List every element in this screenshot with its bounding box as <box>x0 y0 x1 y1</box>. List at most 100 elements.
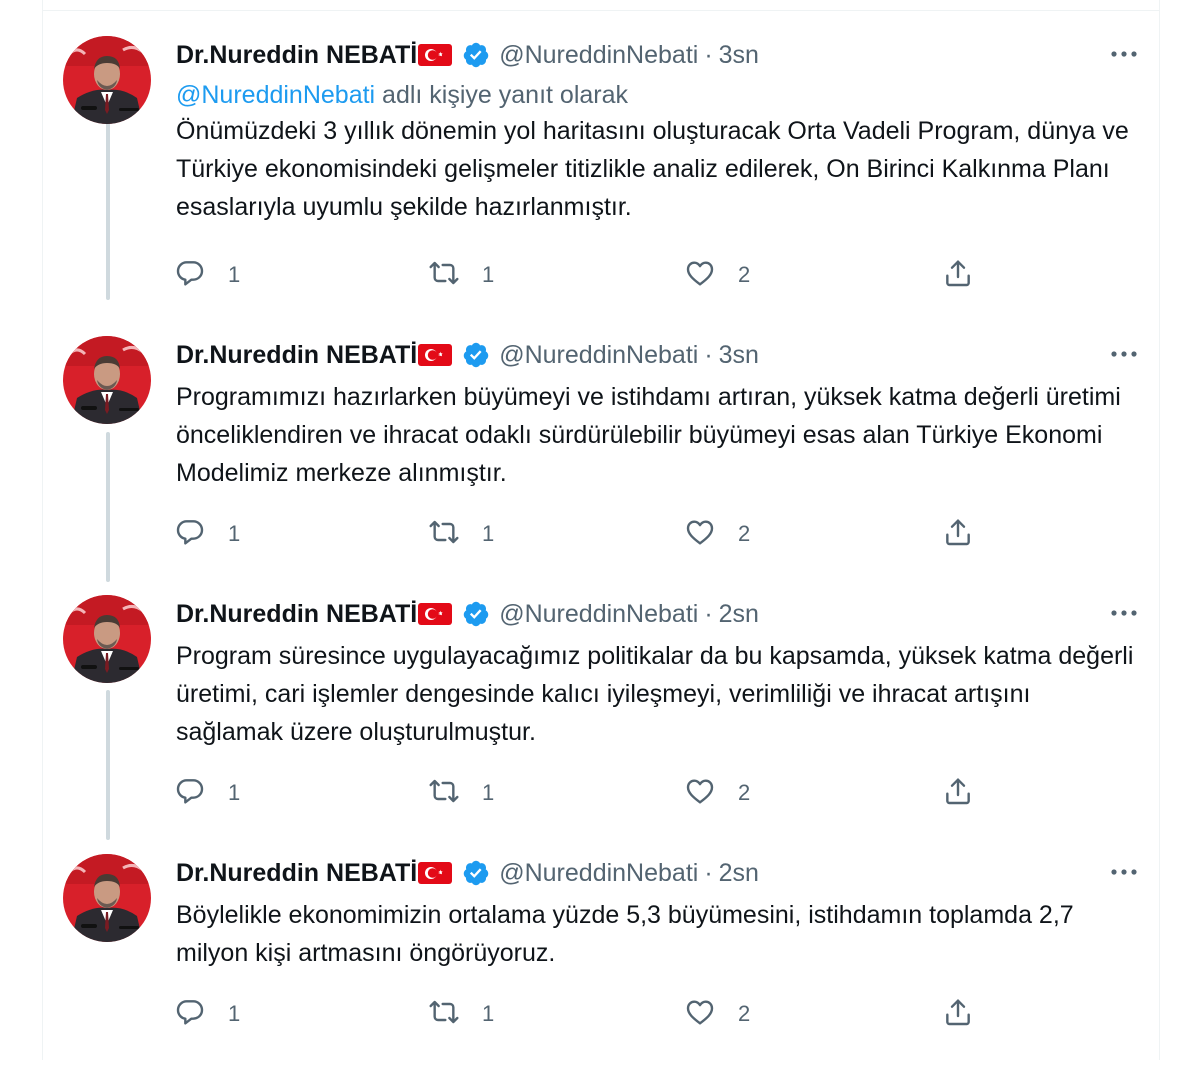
timestamp[interactable]: 3sn <box>719 341 759 370</box>
tweet-content: Dr.Nureddin NEBATİ @NureddinNebati · 2sn… <box>176 854 1139 1026</box>
retweet-count: 1 <box>482 1001 495 1026</box>
reply-count: 1 <box>228 780 241 805</box>
tweet-text: Önümüzdeki 3 yıllık dönemin yol haritası… <box>176 117 1129 221</box>
avatar[interactable] <box>63 36 151 124</box>
verified-badge-icon <box>462 41 490 69</box>
separator-dot: · <box>704 340 713 369</box>
retweet-count: 1 <box>482 262 495 287</box>
like-count: 2 <box>738 521 751 546</box>
tweet[interactable]: Dr.Nureddin NEBATİ @NureddinNebati · 3sn… <box>43 312 1159 571</box>
tweet-header: Dr.Nureddin NEBATİ @NureddinNebati · 3sn <box>176 336 1139 374</box>
turkey-flag-icon <box>418 343 453 367</box>
more-icon[interactable] <box>1109 342 1139 366</box>
timestamp[interactable]: 3sn <box>719 41 759 70</box>
tweet-header: Dr.Nureddin NEBATİ @NureddinNebati · 2sn <box>176 854 1139 892</box>
share-button[interactable] <box>942 994 974 1034</box>
avatar[interactable] <box>63 336 151 424</box>
author-name[interactable]: Dr.Nureddin NEBATİ <box>176 600 417 629</box>
reply-count: 1 <box>228 521 241 546</box>
reply-icon <box>174 516 206 553</box>
like-button[interactable]: 2 <box>684 994 750 1034</box>
tweet-text: Program süresince uygulayacağımız politi… <box>176 642 1134 746</box>
verified-badge-icon <box>462 600 490 628</box>
separator-dot: · <box>704 858 713 887</box>
share-button[interactable] <box>942 773 974 813</box>
author-handle[interactable]: @NureddinNebati <box>499 41 698 70</box>
retweet-icon <box>428 775 460 812</box>
share-icon <box>942 775 974 812</box>
reply-count: 1 <box>228 1001 241 1026</box>
author-name[interactable]: Dr.Nureddin NEBATİ <box>176 41 417 70</box>
reply-mention-link[interactable]: @NureddinNebati <box>176 81 375 109</box>
reply-context-text: adlı kişiye yanıt olarak <box>375 81 629 109</box>
retweet-count: 1 <box>482 780 495 805</box>
like-count: 2 <box>738 262 751 287</box>
share-button[interactable] <box>942 255 974 295</box>
like-count: 2 <box>738 1001 751 1026</box>
timestamp[interactable]: 2sn <box>719 859 759 888</box>
turkey-flag-icon <box>418 602 453 626</box>
separator-dot: · <box>704 40 713 69</box>
verified-badge-icon <box>462 341 490 369</box>
author-handle[interactable]: @NureddinNebati <box>499 600 698 629</box>
more-icon[interactable] <box>1109 860 1139 884</box>
tweet[interactable]: Dr.Nureddin NEBATİ @NureddinNebati · 2sn… <box>43 571 1159 830</box>
tweet-actions: 1 1 2 <box>176 773 976 813</box>
retweet-button[interactable]: 1 <box>428 994 494 1034</box>
tweet[interactable]: Dr.Nureddin NEBATİ @NureddinNebati · 2sn… <box>43 830 1159 1089</box>
retweet-count: 1 <box>482 521 495 546</box>
tweet-header: Dr.Nureddin NEBATİ @NureddinNebati · 3sn <box>176 36 1139 74</box>
top-divider <box>43 10 1159 11</box>
heart-icon <box>684 257 716 294</box>
retweet-button[interactable]: 1 <box>428 255 494 295</box>
share-icon <box>942 516 974 553</box>
author-handle[interactable]: @NureddinNebati <box>499 341 698 370</box>
tweet-content: Dr.Nureddin NEBATİ @NureddinNebati · 2sn… <box>176 595 1139 805</box>
tweet-actions: 1 1 2 <box>176 514 976 554</box>
retweet-button[interactable]: 1 <box>428 773 494 813</box>
tweet-content: Dr.Nureddin NEBATİ @NureddinNebati · 3sn… <box>176 36 1139 287</box>
tweet-actions: 1 1 2 <box>176 994 976 1034</box>
more-icon[interactable] <box>1109 42 1139 66</box>
like-button[interactable]: 2 <box>684 773 750 813</box>
like-button[interactable]: 2 <box>684 255 750 295</box>
reply-button[interactable]: 1 <box>174 994 240 1034</box>
avatar[interactable] <box>63 854 151 942</box>
author-name[interactable]: Dr.Nureddin NEBATİ <box>176 859 417 888</box>
tweet-header: Dr.Nureddin NEBATİ @NureddinNebati · 2sn <box>176 595 1139 633</box>
timestamp[interactable]: 2sn <box>719 600 759 629</box>
verified-badge-icon <box>462 859 490 887</box>
reply-icon <box>174 257 206 294</box>
like-count: 2 <box>738 780 751 805</box>
retweet-icon <box>428 516 460 553</box>
retweet-icon <box>428 996 460 1033</box>
reply-button[interactable]: 1 <box>174 773 240 813</box>
author-handle[interactable]: @NureddinNebati <box>499 859 698 888</box>
separator-dot: · <box>704 599 713 628</box>
reply-button[interactable]: 1 <box>174 514 240 554</box>
reply-context: @NureddinNebati adlı kişiye yanıt olarak <box>176 78 1139 112</box>
heart-icon <box>684 516 716 553</box>
timeline: Dr.Nureddin NEBATİ @NureddinNebati · 3sn… <box>42 0 1160 1060</box>
share-button[interactable] <box>942 514 974 554</box>
turkey-flag-icon <box>418 43 453 67</box>
retweet-button[interactable]: 1 <box>428 514 494 554</box>
tweet[interactable]: Dr.Nureddin NEBATİ @NureddinNebati · 3sn… <box>43 12 1159 287</box>
tweet-content: Dr.Nureddin NEBATİ @NureddinNebati · 3sn… <box>176 336 1139 546</box>
tweet-text: Böylelikle ekonomimizin ortalama yüzde 5… <box>176 901 1074 967</box>
reply-count: 1 <box>228 262 241 287</box>
more-icon[interactable] <box>1109 601 1139 625</box>
tweet-actions: 1 1 2 <box>176 255 976 295</box>
share-icon <box>942 996 974 1033</box>
turkey-flag-icon <box>418 861 453 885</box>
retweet-icon <box>428 257 460 294</box>
share-icon <box>942 257 974 294</box>
reply-icon <box>174 996 206 1033</box>
reply-icon <box>174 775 206 812</box>
heart-icon <box>684 996 716 1033</box>
reply-button[interactable]: 1 <box>174 255 240 295</box>
avatar[interactable] <box>63 595 151 683</box>
author-name[interactable]: Dr.Nureddin NEBATİ <box>176 341 417 370</box>
like-button[interactable]: 2 <box>684 514 750 554</box>
heart-icon <box>684 775 716 812</box>
